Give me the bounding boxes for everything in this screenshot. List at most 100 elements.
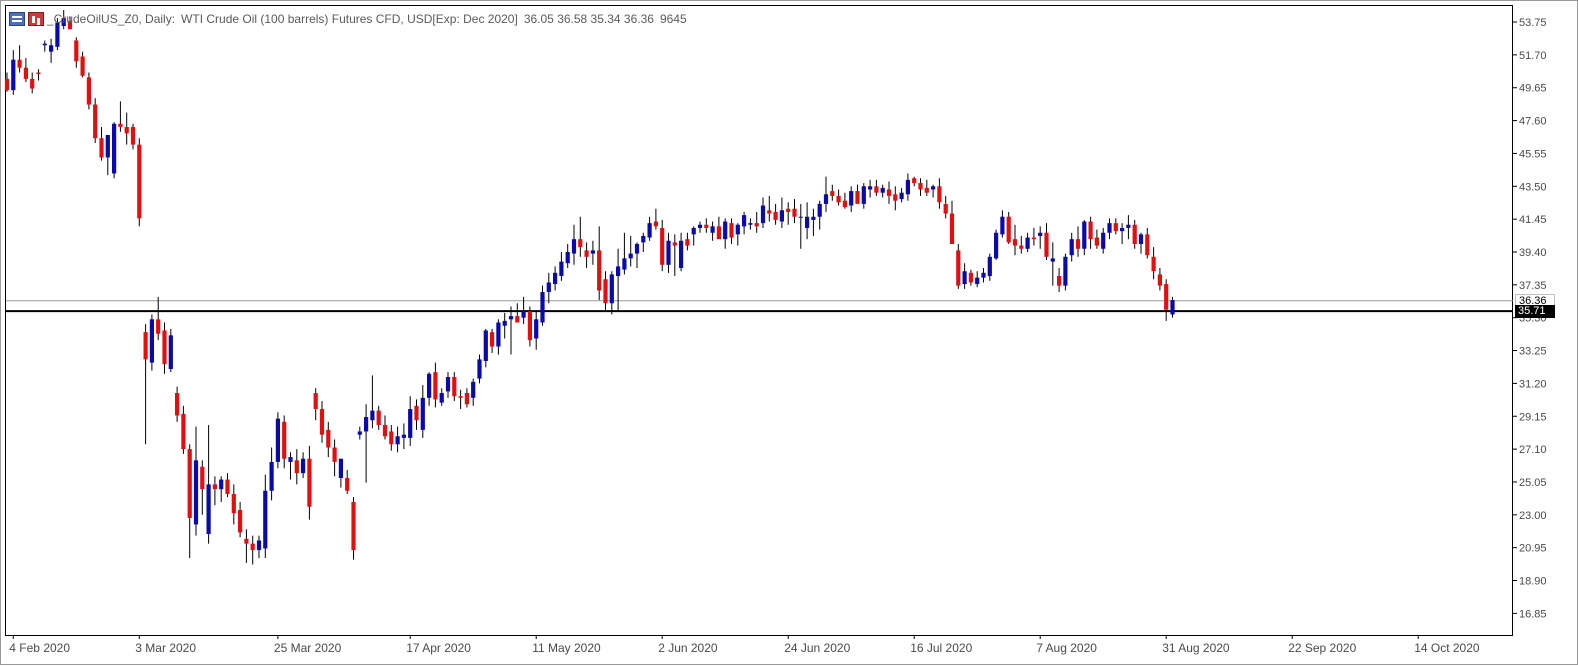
candle — [490, 328, 495, 353]
candle-body — [338, 458, 343, 478]
candle — [445, 372, 451, 398]
x-tick-label: 4 Feb 2020 — [9, 641, 70, 655]
candle — [817, 200, 822, 230]
candle-body — [288, 457, 293, 462]
y-tick-label: 41.45 — [1519, 214, 1547, 226]
candles — [4, 10, 1175, 565]
candle-body — [1113, 223, 1118, 232]
candle — [893, 186, 898, 211]
candle-body — [1000, 216, 1005, 235]
candle — [1138, 232, 1144, 254]
candle — [830, 184, 835, 201]
candle-body — [653, 221, 658, 227]
candle-body — [149, 319, 154, 363]
candle — [685, 232, 690, 251]
candle — [672, 234, 677, 277]
candle — [868, 179, 873, 198]
candle-body — [918, 183, 923, 190]
candle — [508, 306, 514, 355]
candle-body — [584, 250, 589, 257]
candle-body — [546, 282, 551, 293]
candle — [931, 184, 936, 198]
candle — [578, 216, 583, 257]
x-tick-label: 11 May 2020 — [532, 641, 601, 655]
candle-body — [80, 56, 85, 76]
data-window-icon[interactable] — [9, 12, 25, 26]
candle-body — [628, 253, 633, 259]
candle — [477, 354, 482, 384]
candle — [1057, 268, 1062, 293]
candle — [691, 226, 696, 246]
candle-body — [647, 223, 652, 238]
candle-body — [1145, 234, 1150, 256]
candle-body — [364, 417, 369, 432]
candle — [666, 232, 671, 273]
candle-body — [1050, 258, 1055, 262]
candle-body — [307, 458, 312, 507]
candle-body — [225, 479, 230, 494]
chart-bars-icon[interactable] — [28, 12, 44, 26]
candle-body — [849, 191, 854, 206]
candle — [364, 404, 369, 483]
candle-body — [521, 311, 526, 318]
candle-body — [641, 235, 646, 243]
candle-body — [691, 227, 696, 235]
candle-body — [401, 434, 406, 438]
candle — [534, 311, 539, 350]
candle-body — [1088, 221, 1093, 240]
candlestick-chart[interactable]: 53.75 51.70 49.65 47.60 45.55 43.50 41.45 39.40… — [1, 1, 1578, 666]
candle — [886, 181, 892, 204]
x-tick-label: 31 Aug 2020 — [1162, 641, 1230, 655]
y-tick-label: 31.20 — [1519, 378, 1547, 390]
candle — [792, 199, 797, 224]
y-tick-label: 37.35 — [1519, 280, 1547, 292]
candle-body — [1157, 274, 1162, 286]
candle — [420, 385, 425, 438]
candle-body — [603, 279, 608, 304]
candle — [1113, 218, 1118, 235]
candle — [219, 476, 224, 502]
candle-body — [540, 292, 545, 323]
candle-body — [660, 227, 665, 265]
candle — [401, 423, 406, 450]
candle-body — [697, 224, 703, 228]
candle-body — [729, 223, 734, 238]
candle — [603, 271, 608, 312]
y-tick-label: 29.15 — [1519, 411, 1547, 423]
x-tick-label: 25 Mar 2020 — [274, 641, 342, 655]
candle — [647, 216, 652, 241]
candle-body — [1063, 256, 1068, 286]
candle-body — [578, 239, 583, 248]
candle — [80, 51, 85, 78]
candle — [697, 221, 703, 233]
candle — [710, 221, 715, 241]
candle-body — [326, 429, 331, 448]
candle-body — [42, 43, 47, 46]
candle — [30, 72, 35, 94]
candle — [660, 219, 665, 272]
candle-body — [1044, 232, 1049, 257]
candle — [326, 421, 331, 458]
candle — [200, 460, 205, 515]
candle-body — [490, 332, 495, 347]
candle-body — [855, 191, 860, 204]
candle — [130, 123, 136, 150]
candle-body — [458, 396, 463, 398]
candle — [1044, 223, 1049, 261]
x-tick-label: 24 Jun 2020 — [784, 641, 850, 655]
candle-body — [842, 200, 847, 208]
candle — [427, 372, 432, 406]
y-tick-label: 49.65 — [1519, 83, 1547, 95]
candle-body — [943, 203, 948, 214]
candle-body — [981, 272, 986, 278]
candle-body — [748, 223, 753, 225]
candle — [949, 200, 955, 244]
candle-body — [968, 272, 973, 283]
candle-body — [200, 466, 205, 490]
y-tick-label: 43.50 — [1519, 181, 1547, 193]
candle-body — [773, 211, 778, 220]
candle-body — [760, 205, 766, 224]
candle — [42, 40, 47, 52]
candle-body — [823, 194, 829, 204]
y-tick-label: 16.85 — [1519, 608, 1547, 620]
